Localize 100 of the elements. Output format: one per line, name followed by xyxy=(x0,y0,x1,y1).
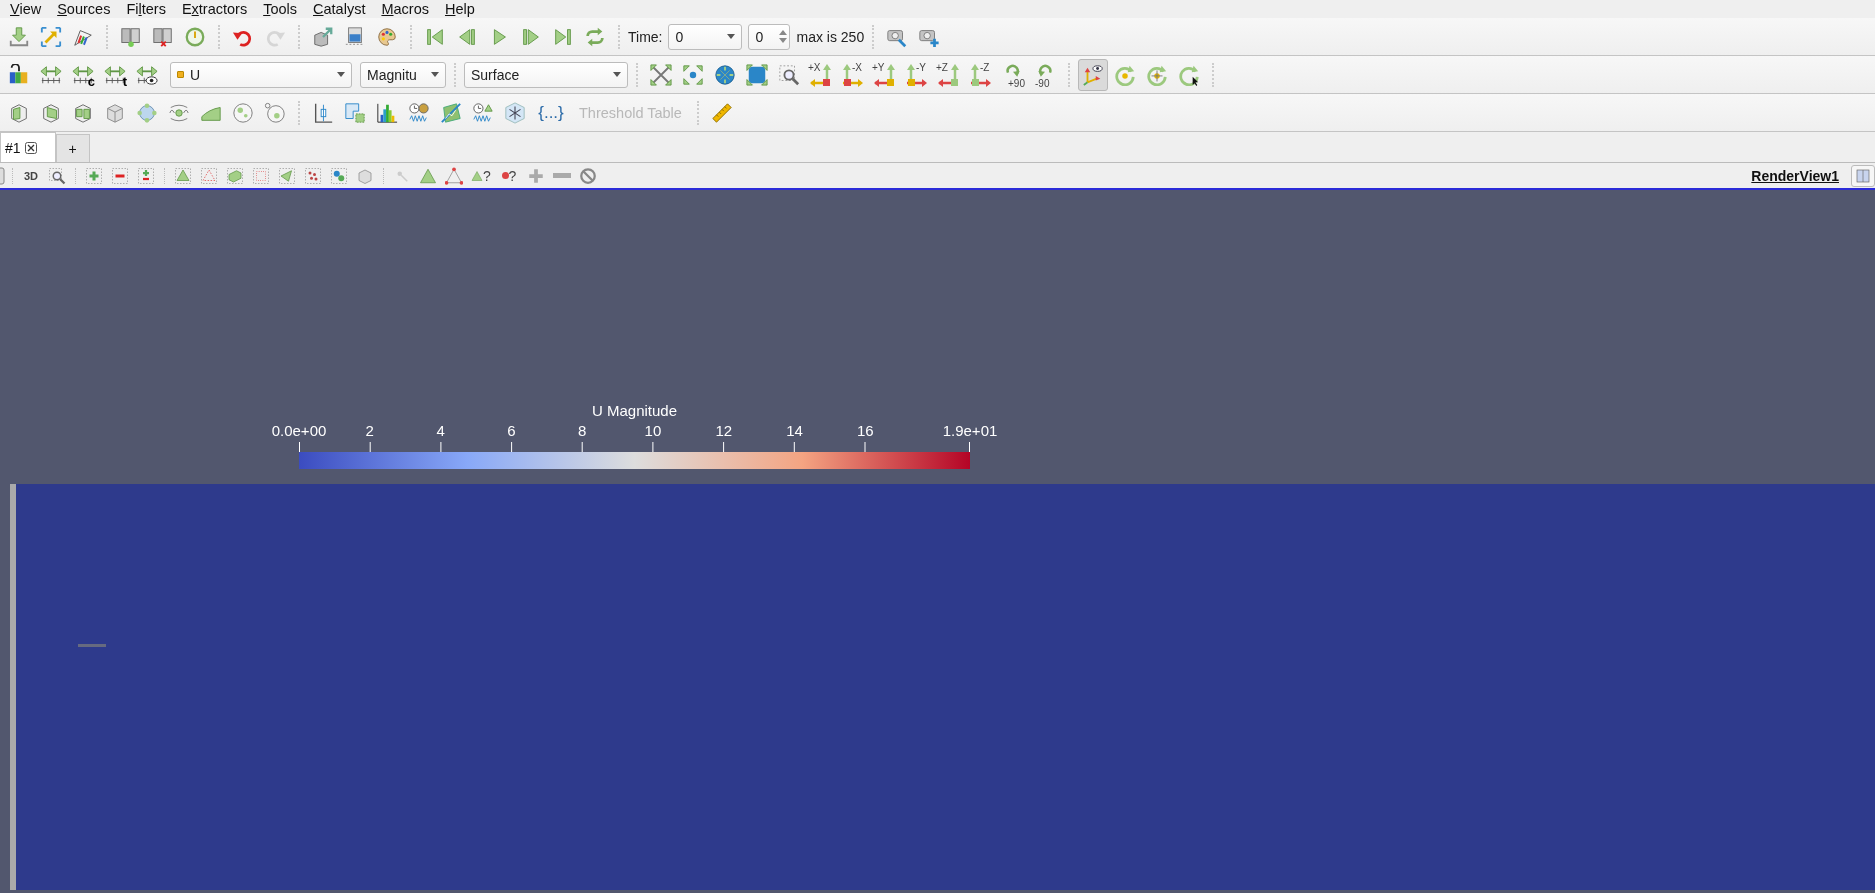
legend-tick-label: 2 xyxy=(365,422,374,439)
rescale-button[interactable]: t xyxy=(100,58,130,91)
timestep-spinbox[interactable]: 0 xyxy=(748,23,791,50)
clock-wave-icon xyxy=(408,101,430,124)
axes-arrows-icon xyxy=(809,62,833,87)
interaction-button[interactable] xyxy=(1078,58,1108,91)
plot-line-icon xyxy=(440,101,462,124)
histogram-icon xyxy=(376,101,398,124)
server-icon xyxy=(120,25,142,48)
view-mode-button[interactable]: 3D xyxy=(19,164,43,187)
select-nodes-icon xyxy=(330,166,348,185)
color-legend-icon xyxy=(8,63,30,86)
expand-arrows-icon xyxy=(650,63,672,86)
rescale-eye-icon xyxy=(136,63,158,86)
legend-title: U Magnitude xyxy=(590,402,679,419)
menu-item[interactable]: Macros xyxy=(381,1,429,17)
legend-tick-label: 0.0e+00 xyxy=(271,422,327,439)
view-direction-button[interactable]: -Z xyxy=(966,58,996,91)
sphere-icon xyxy=(136,101,158,124)
selection-button[interactable]: ? xyxy=(496,164,522,187)
circles-icon xyxy=(232,101,254,124)
cube-icon xyxy=(72,101,94,124)
select-points-icon xyxy=(200,166,218,185)
server-disconnect-icon xyxy=(152,25,174,48)
screen-icon xyxy=(344,25,366,48)
time-label: Time: xyxy=(628,28,663,45)
split-view-button[interactable] xyxy=(1851,164,1875,187)
select-toggle-icon xyxy=(137,166,155,185)
legend-tick-label: 14 xyxy=(786,422,803,439)
globe-icon xyxy=(714,63,736,86)
view-name-label: RenderView1 xyxy=(1751,167,1839,184)
zoom-box-icon xyxy=(778,63,800,86)
legend-tick-label: 12 xyxy=(715,422,733,439)
plus-icon xyxy=(527,166,545,185)
zoom-icon xyxy=(48,166,66,185)
ruler-icon xyxy=(710,101,733,124)
cube-icon xyxy=(40,101,62,124)
rescale-icon xyxy=(104,63,126,86)
palette-icon xyxy=(376,25,398,48)
rescale-button[interactable]: c xyxy=(68,58,98,91)
select-minus-icon xyxy=(111,166,129,185)
select-block-icon xyxy=(226,166,244,185)
selection-button[interactable]: ? xyxy=(468,164,494,187)
dot-icon xyxy=(501,172,509,179)
rescale-icon xyxy=(40,63,62,86)
clock-icon xyxy=(184,25,206,48)
menu-item[interactable]: Tools xyxy=(263,1,297,17)
axes-arrows-icon xyxy=(969,62,993,87)
select-plus-icon xyxy=(85,166,103,185)
rescale-icon xyxy=(72,63,94,86)
axes-eye-icon xyxy=(1082,63,1104,86)
menu-item[interactable]: Sources xyxy=(57,1,111,17)
expand-arrows-icon xyxy=(40,25,62,48)
view-direction-button[interactable]: +X xyxy=(806,58,836,91)
select-cells-icon xyxy=(174,166,192,185)
legend-tick-label: 8 xyxy=(578,422,587,439)
loop-icon xyxy=(584,25,606,48)
axes-arrows-icon xyxy=(905,62,929,87)
legend-tick-label: 1.9e+01 xyxy=(942,422,998,439)
mesh-mark xyxy=(78,644,106,647)
legend-tick-label: 16 xyxy=(856,422,874,439)
menu-item[interactable]: Extractors xyxy=(181,1,248,17)
close-icon xyxy=(24,141,37,154)
menu-item[interactable]: Filters xyxy=(126,1,166,17)
rotate-center-icon xyxy=(1114,63,1136,86)
view-direction-button[interactable]: -X xyxy=(838,58,868,91)
menu-item[interactable]: Help xyxy=(445,1,475,17)
box-arrow-icon xyxy=(312,25,334,48)
rotate-button[interactable]: -90 xyxy=(1030,58,1060,91)
select-grid-icon xyxy=(252,166,270,185)
panel-edge-icon xyxy=(0,166,6,185)
probe-icon xyxy=(312,101,334,124)
cube-icon xyxy=(8,101,30,124)
circles-icon xyxy=(264,101,286,124)
rotate-cursor-icon xyxy=(1178,63,1200,86)
triangle-points-icon xyxy=(445,166,463,185)
axes-arrows-icon xyxy=(841,62,865,87)
menu-item[interactable]: Catalyst xyxy=(313,1,366,17)
color-array-combo[interactable]: U xyxy=(170,61,352,88)
split-view-icon xyxy=(1855,167,1871,184)
python-button[interactable]: {...} xyxy=(532,96,570,129)
representation-combo[interactable]: Surface xyxy=(464,61,628,88)
menu-item[interactable]: View xyxy=(10,1,42,17)
time-combo[interactable]: 0 xyxy=(668,23,743,50)
view-direction-button[interactable]: -Y xyxy=(902,58,932,91)
rotate-button[interactable]: +90 xyxy=(998,58,1028,91)
view-tab[interactable]: #1 xyxy=(0,132,56,162)
view-tab[interactable]: + xyxy=(55,134,90,162)
axes-arrows-icon xyxy=(937,62,961,87)
view-direction-button[interactable]: +Y xyxy=(870,58,900,91)
select-polygon-icon xyxy=(278,166,296,185)
rotate-pick-icon xyxy=(1146,63,1168,86)
triangle-icon xyxy=(419,166,437,185)
view-direction-button[interactable]: +Z xyxy=(934,58,964,91)
snowflake-icon xyxy=(504,101,526,124)
download-icon xyxy=(8,25,30,48)
axes-arrows-icon xyxy=(873,62,897,87)
legend-tick-label: 10 xyxy=(644,422,662,439)
component-combo[interactable]: Magnitu xyxy=(360,61,446,88)
square-arrows-icon xyxy=(746,63,768,86)
